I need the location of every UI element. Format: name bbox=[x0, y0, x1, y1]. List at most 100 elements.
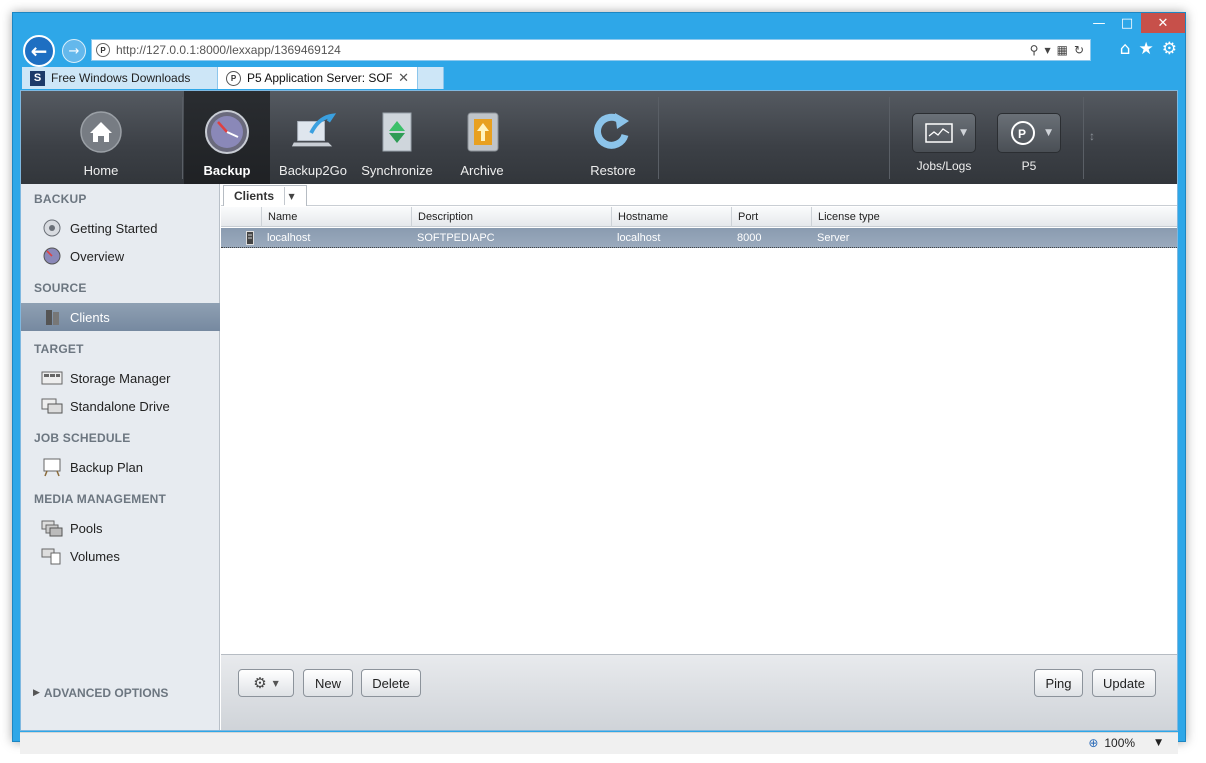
new-tab-button[interactable] bbox=[418, 67, 444, 89]
home-icon bbox=[78, 109, 124, 155]
sidebar-item-label: Overview bbox=[70, 248, 125, 264]
column-header-hostname[interactable]: Hostname bbox=[611, 207, 731, 227]
main-toolbar: Home Backup Backup2Go Synchronize Archiv… bbox=[21, 91, 1177, 184]
toolbar-resize-icon[interactable]: ↕ bbox=[1089, 129, 1095, 143]
content-tab-row: Clients ▼ bbox=[221, 184, 1177, 206]
backup-gauge-icon bbox=[204, 109, 250, 155]
column-header-license-type[interactable]: License type bbox=[811, 207, 1177, 227]
tab-free-windows-downloads[interactable]: S Free Windows Downloads bbox=[22, 67, 218, 89]
cell-hostname: localhost bbox=[617, 232, 661, 244]
synchronize-icon bbox=[374, 109, 420, 155]
address-text[interactable]: http://127.0.0.1:8000/lexxapp/1369469124 bbox=[116, 43, 1030, 57]
minimize-icon[interactable]: — bbox=[1085, 13, 1113, 33]
tab-clients[interactable]: Clients ▼ bbox=[223, 185, 308, 206]
main-content: Clients ▼ Name Description Hostname Port… bbox=[221, 184, 1177, 730]
sidebar-item-label: Clients bbox=[70, 309, 110, 325]
sidebar-item-label: Storage Manager bbox=[70, 370, 171, 386]
restore-label: Restore bbox=[590, 163, 636, 178]
advanced-options-toggle[interactable]: ▶ ADVANCED OPTIONS bbox=[33, 686, 168, 700]
gauge-icon bbox=[41, 246, 63, 266]
new-button[interactable]: New bbox=[303, 669, 353, 697]
forward-button[interactable]: → bbox=[62, 39, 86, 63]
cell-license-type: Server bbox=[817, 232, 850, 244]
sidebar-item-pools[interactable]: Pools bbox=[21, 514, 220, 542]
home-button[interactable]: Home bbox=[21, 91, 181, 184]
restore-button[interactable]: Restore bbox=[573, 91, 653, 184]
archive-vault-icon bbox=[459, 109, 505, 155]
sidebar-item-storage-manager[interactable]: Storage Manager bbox=[21, 364, 220, 392]
column-header-port[interactable]: Port bbox=[731, 207, 811, 227]
ping-button[interactable]: Ping bbox=[1034, 669, 1083, 697]
cell-port: 8000 bbox=[737, 232, 762, 244]
close-icon[interactable]: ✕ bbox=[1141, 13, 1185, 33]
maximize-icon[interactable]: □ bbox=[1113, 13, 1141, 33]
section-heading-target: TARGET bbox=[34, 342, 84, 356]
sidebar-item-label: Getting Started bbox=[70, 220, 158, 236]
sidebar-item-backup-plan[interactable]: Backup Plan bbox=[21, 453, 220, 481]
back-button[interactable]: ← bbox=[23, 35, 55, 67]
compat-view-icon[interactable]: ▦ bbox=[1057, 43, 1068, 57]
chevron-down-icon[interactable]: ▼ bbox=[284, 187, 298, 205]
zoom-icon: ⊕ bbox=[1088, 736, 1099, 750]
softpedia-icon: S bbox=[30, 70, 45, 86]
chevron-down-icon: ▼ bbox=[272, 678, 279, 688]
sidebar: BACKUP Getting Started Overview SOURCE C… bbox=[21, 184, 220, 730]
delete-button[interactable]: Delete bbox=[361, 669, 421, 697]
sidebar-item-standalone-drive[interactable]: Standalone Drive bbox=[21, 392, 220, 420]
column-header-name[interactable]: Name bbox=[261, 207, 411, 227]
chevron-down-icon[interactable]: ▼ bbox=[1044, 46, 1050, 55]
app-area: Home Backup Backup2Go Synchronize Archiv… bbox=[20, 90, 1178, 731]
backup-label: Backup bbox=[203, 163, 251, 178]
section-heading-media-management: MEDIA MANAGEMENT bbox=[34, 492, 167, 506]
archive-button[interactable]: Archive bbox=[442, 91, 522, 184]
pools-icon bbox=[41, 518, 63, 538]
cell-name: localhost bbox=[267, 232, 311, 244]
window-controls: — □ ✕ bbox=[1085, 13, 1185, 35]
advanced-options-label: ADVANCED OPTIONS bbox=[43, 686, 169, 700]
easel-icon bbox=[41, 457, 63, 477]
archive-label: Archive bbox=[460, 163, 504, 178]
synchronize-label: Synchronize bbox=[361, 163, 433, 178]
column-header-icon[interactable] bbox=[221, 207, 261, 227]
sidebar-item-volumes[interactable]: Volumes bbox=[21, 542, 220, 570]
chart-icon bbox=[925, 123, 953, 143]
sidebar-item-label: Pools bbox=[70, 520, 103, 536]
backup-button[interactable]: Backup bbox=[184, 91, 270, 184]
table-row[interactable]: localhost SOFTPEDIAPC localhost 8000 Ser… bbox=[221, 228, 1177, 248]
chevron-down-icon[interactable]: ▼ bbox=[1155, 738, 1162, 748]
synchronize-button[interactable]: Synchronize bbox=[357, 91, 437, 184]
sidebar-item-overview[interactable]: Overview bbox=[21, 242, 220, 270]
table-header: Name Description Hostname Port License t… bbox=[221, 207, 1177, 227]
home-label: Home bbox=[83, 163, 119, 178]
zoom-control[interactable]: ⊕ 100% ▼ bbox=[1088, 736, 1162, 750]
backup2go-button[interactable]: Backup2Go bbox=[273, 91, 353, 184]
compass-icon bbox=[41, 218, 63, 238]
favorites-icon[interactable]: ★ bbox=[1139, 39, 1154, 59]
sidebar-item-clients[interactable]: Clients bbox=[21, 303, 220, 331]
p5-logo-icon: P bbox=[1011, 121, 1035, 145]
jobs-logs-dropdown[interactable]: ▼ bbox=[912, 113, 976, 153]
sidebar-item-label: Volumes bbox=[70, 548, 120, 564]
backup2go-label: Backup2Go bbox=[279, 163, 347, 178]
close-tab-icon[interactable]: ✕ bbox=[398, 70, 409, 86]
p5-icon: P bbox=[226, 70, 241, 86]
jobs-logs-label: Jobs/Logs bbox=[916, 159, 972, 173]
update-button[interactable]: Update bbox=[1092, 669, 1156, 697]
tab-p5-application-server[interactable]: P P5 Application Server: SOFT... ✕ bbox=[218, 67, 418, 89]
sidebar-item-label: Backup Plan bbox=[70, 459, 143, 475]
action-footer: ⚙ ▼ New Delete Ping Update bbox=[221, 654, 1177, 730]
cell-description: SOFTPEDIAPC bbox=[417, 232, 495, 244]
gear-icon[interactable]: ⚙ bbox=[1162, 39, 1177, 59]
settings-dropdown-button[interactable]: ⚙ ▼ bbox=[238, 669, 294, 697]
address-bar[interactable]: P http://127.0.0.1:8000/lexxapp/13694691… bbox=[91, 39, 1091, 61]
home-icon[interactable]: ⌂ bbox=[1120, 39, 1131, 59]
p5-dropdown[interactable]: P ▼ bbox=[997, 113, 1061, 153]
search-icon[interactable]: ⚲ bbox=[1030, 43, 1039, 57]
column-header-description[interactable]: Description bbox=[411, 207, 611, 227]
svg-text:P: P bbox=[1018, 127, 1026, 141]
sidebar-item-getting-started[interactable]: Getting Started bbox=[21, 214, 220, 242]
chevron-down-icon: ▼ bbox=[1045, 128, 1052, 138]
volumes-icon bbox=[41, 546, 63, 566]
refresh-icon[interactable]: ↻ bbox=[1074, 43, 1084, 57]
server-icon bbox=[41, 307, 63, 327]
